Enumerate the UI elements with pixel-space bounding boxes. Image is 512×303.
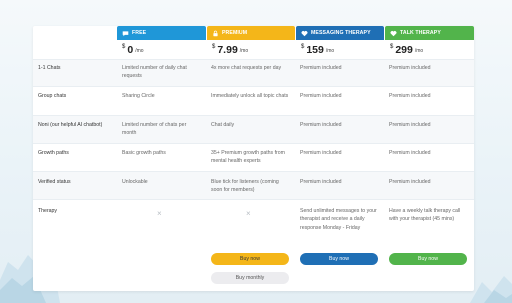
feature-cell-free: Limited number of daily chat requests bbox=[122, 65, 187, 80]
price-period: /mo bbox=[414, 48, 424, 54]
unavailable-x-icon: × bbox=[157, 209, 162, 218]
feature-cell-premium: Chat daily bbox=[211, 122, 235, 128]
premium-buy-now-button[interactable]: Buy now bbox=[211, 253, 289, 265]
feature-cell-free: Unlockable bbox=[122, 179, 148, 185]
unavailable-x-icon: × bbox=[246, 209, 251, 218]
feature-cell-talk: Premium included bbox=[389, 179, 431, 185]
feature-row-noni: Noni (our helpful AI chatbot) Limited nu… bbox=[33, 115, 474, 144]
price-amount: 299 bbox=[395, 43, 413, 56]
messaging-buy-now-button[interactable]: Buy now bbox=[300, 253, 378, 265]
talk-buy-now-button[interactable]: Buy now bbox=[389, 253, 467, 265]
feature-cell-premium: 35+ Premium growth paths from mental hea… bbox=[211, 150, 285, 165]
plan-name: MESSAGING THERAPY bbox=[311, 30, 371, 36]
currency-symbol: $ bbox=[390, 44, 394, 50]
feature-cell-talk: Premium included bbox=[389, 122, 431, 128]
plan-header-messaging: MESSAGING THERAPY bbox=[296, 26, 384, 40]
feature-cell-messaging: Send unlimited messages to your therapis… bbox=[300, 208, 377, 231]
plan-header-free: FREE bbox=[117, 26, 206, 40]
feature-cell-premium: 4x more chat requests per day bbox=[211, 65, 282, 71]
feature-row-therapy: Therapy × × Send unlimited messages to y… bbox=[33, 199, 474, 244]
feature-cell-premium: Blue tick for listeners (coming soon for… bbox=[211, 179, 279, 194]
feature-cell-free: Limited number of chats per month bbox=[122, 122, 187, 137]
plan-header-talk: TALK THERAPY bbox=[385, 26, 474, 40]
currency-symbol: $ bbox=[301, 44, 305, 50]
plan-price-free: $ 0 /mo bbox=[117, 40, 206, 59]
plan-name: FREE bbox=[132, 30, 147, 36]
feature-cell-talk: Premium included bbox=[389, 150, 431, 156]
feature-label: 1-1 Chats bbox=[38, 65, 61, 71]
feature-label: Group chats bbox=[38, 93, 67, 99]
feature-cell-free: Sharing Circle bbox=[122, 93, 155, 99]
pricing-table: FREE PREMIUM MESSAGING THERAPY TALK THER… bbox=[33, 26, 474, 291]
feature-cell-messaging: Premium included bbox=[300, 65, 342, 71]
feature-label: Growth paths bbox=[38, 150, 69, 156]
feature-cell-messaging: Premium included bbox=[300, 122, 342, 128]
feature-cell-talk: Have a weekly talk therapy call with you… bbox=[389, 208, 461, 223]
plan-header-premium: PREMIUM bbox=[207, 26, 295, 40]
feature-cell-talk: Premium included bbox=[389, 93, 431, 99]
plan-name: PREMIUM bbox=[222, 30, 248, 36]
currency-symbol: $ bbox=[212, 44, 216, 50]
price-amount: 7.99 bbox=[217, 43, 238, 56]
feature-cell-free: Basic growth paths bbox=[122, 150, 166, 156]
plan-price-talk: $ 299 /mo bbox=[385, 40, 474, 59]
feature-row-growth-paths: Growth paths Basic growth paths 35+ Prem… bbox=[33, 143, 474, 172]
lock-icon bbox=[213, 30, 218, 36]
plan-name: TALK THERAPY bbox=[400, 30, 441, 36]
plan-price-messaging: $ 159 /mo bbox=[296, 40, 384, 59]
feature-cell-messaging: Premium included bbox=[300, 150, 342, 156]
feature-label: Therapy bbox=[38, 208, 58, 214]
feature-row-verified-status: Verified status Unlockable Blue tick for… bbox=[33, 171, 474, 200]
price-amount: 0 bbox=[127, 43, 134, 56]
heart-icon bbox=[301, 30, 308, 36]
plan-price-premium: $ 7.99 /mo bbox=[207, 40, 295, 59]
price-period: /mo bbox=[135, 48, 144, 54]
chat-bubble-icon bbox=[122, 30, 129, 36]
feature-cell-talk: Premium included bbox=[389, 65, 431, 71]
feature-cell-premium: Immediately unlock all topic chats bbox=[211, 93, 289, 99]
feature-cell-messaging: Premium included bbox=[300, 93, 342, 99]
feature-cell-messaging: Premium included bbox=[300, 179, 342, 185]
feature-row-one-to-one-chats: 1-1 Chats Limited number of daily chat r… bbox=[33, 59, 474, 87]
price-period: /mo bbox=[239, 48, 249, 54]
price-amount: 159 bbox=[306, 43, 324, 56]
premium-buy-monthly-button[interactable]: Buy monthly bbox=[211, 272, 289, 284]
feature-label: Verified status bbox=[38, 179, 71, 185]
feature-row-group-chats: Group chats Sharing Circle Immediately u… bbox=[33, 86, 474, 116]
price-period: /mo bbox=[325, 48, 335, 54]
heart-icon bbox=[390, 30, 397, 36]
currency-symbol: $ bbox=[122, 44, 126, 50]
feature-label: Noni (our helpful AI chatbot) bbox=[38, 122, 103, 128]
